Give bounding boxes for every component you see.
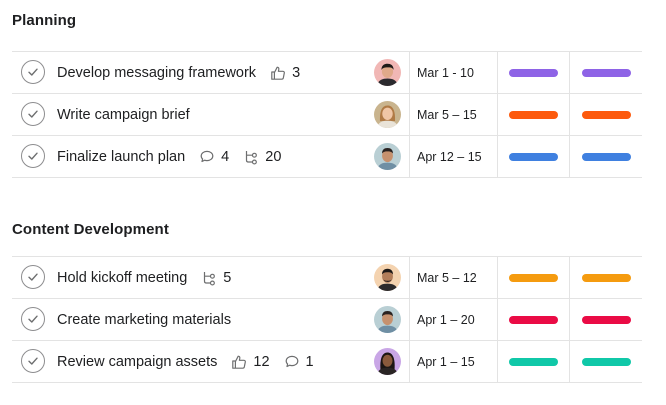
likes-count[interactable]: 3 — [270, 65, 300, 81]
subtasks-count[interactable]: 20 — [243, 149, 281, 165]
due-date[interactable]: Mar 5 – 15 — [417, 94, 477, 135]
comments-count[interactable]: 4 — [199, 149, 229, 165]
avatar-1-image — [374, 59, 401, 86]
complete-task-checkbox[interactable] — [21, 144, 45, 168]
assignee-avatar[interactable] — [374, 264, 401, 291]
task-name[interactable]: Review campaign assets — [57, 354, 217, 370]
subtasks-number: 20 — [265, 148, 282, 165]
subtasks-number: 5 — [223, 269, 232, 286]
comments-number: 1 — [305, 353, 314, 370]
complete-task-checkbox[interactable] — [21, 265, 45, 289]
avatar-2-image — [374, 101, 401, 128]
status-bar[interactable] — [509, 69, 558, 77]
complete-task-checkbox[interactable] — [21, 349, 45, 373]
status-bar[interactable] — [509, 358, 558, 366]
priority-bar[interactable] — [582, 274, 631, 282]
task-table-planning: Develop messaging framework 3 Mar 1 - 10 — [12, 51, 642, 178]
comment-bubble-icon — [200, 150, 214, 162]
due-date[interactable]: Apr 1 – 15 — [417, 341, 475, 382]
status-bar[interactable] — [509, 111, 558, 119]
thumbs-up-icon — [271, 66, 285, 80]
section-title-content-development: Content Development — [12, 221, 169, 238]
avatar-5-image — [374, 306, 401, 333]
checkmark-icon — [28, 68, 38, 76]
priority-bar[interactable] — [582, 358, 631, 366]
complete-task-checkbox[interactable] — [21, 60, 45, 84]
avatar-4-image — [374, 264, 401, 291]
likes-number: 12 — [253, 353, 270, 370]
task-row[interactable]: Hold kickoff meeting 5 Mar 5 – 12 — [12, 257, 642, 299]
avatar-6-image — [374, 348, 401, 375]
task-name[interactable]: Develop messaging framework — [57, 65, 256, 81]
status-bar[interactable] — [509, 316, 558, 324]
task-row[interactable]: Develop messaging framework 3 Mar 1 - 10 — [12, 52, 642, 94]
assignee-avatar[interactable] — [374, 101, 401, 128]
task-name[interactable]: Create marketing materials — [57, 312, 231, 328]
subtask-icon — [246, 150, 258, 165]
checkmark-icon — [28, 357, 38, 365]
assignee-avatar[interactable] — [374, 143, 401, 170]
complete-task-checkbox[interactable] — [21, 102, 45, 126]
checkmark-icon — [28, 152, 38, 160]
status-bar[interactable] — [509, 153, 558, 161]
complete-task-checkbox[interactable] — [21, 307, 45, 331]
comments-count[interactable]: 1 — [284, 354, 314, 370]
subtasks-count[interactable]: 5 — [201, 270, 231, 286]
task-name[interactable]: Hold kickoff meeting — [57, 270, 187, 286]
due-date[interactable]: Mar 5 – 12 — [417, 257, 477, 298]
checkmark-icon — [28, 110, 38, 118]
status-bar[interactable] — [509, 274, 558, 282]
section-title-planning: Planning — [12, 12, 77, 29]
subtask-icon — [204, 271, 216, 286]
priority-bar[interactable] — [582, 69, 631, 77]
due-date[interactable]: Apr 1 – 20 — [417, 299, 475, 340]
assignee-avatar[interactable] — [374, 306, 401, 333]
task-row[interactable]: Write campaign brief Mar 5 – 15 — [12, 94, 642, 136]
task-name[interactable]: Finalize launch plan — [57, 149, 185, 165]
thumbs-up-icon — [232, 355, 247, 369]
comment-bubble-icon — [285, 355, 298, 367]
comments-number: 4 — [221, 148, 230, 165]
likes-count[interactable]: 12 — [231, 353, 270, 370]
task-table-content-development: Hold kickoff meeting 5 Mar 5 – 12 Create… — [12, 256, 642, 383]
assignee-avatar[interactable] — [374, 59, 401, 86]
likes-number: 3 — [292, 64, 301, 81]
task-name[interactable]: Write campaign brief — [57, 107, 190, 123]
task-row[interactable]: Finalize launch plan 4 20 Apr 12 – 15 — [12, 136, 642, 178]
priority-bar[interactable] — [582, 153, 631, 161]
priority-bar[interactable] — [582, 316, 631, 324]
due-date[interactable]: Apr 12 – 15 — [417, 136, 482, 177]
priority-bar[interactable] — [582, 111, 631, 119]
due-date[interactable]: Mar 1 - 10 — [417, 52, 474, 93]
checkmark-icon — [28, 315, 38, 323]
task-row[interactable]: Create marketing materials Apr 1 – 20 — [12, 299, 642, 341]
task-row[interactable]: Review campaign assets 12 1 Apr 1 – 15 — [12, 341, 642, 383]
checkmark-icon — [28, 273, 38, 281]
assignee-avatar[interactable] — [374, 348, 401, 375]
avatar-3-image — [374, 143, 401, 170]
